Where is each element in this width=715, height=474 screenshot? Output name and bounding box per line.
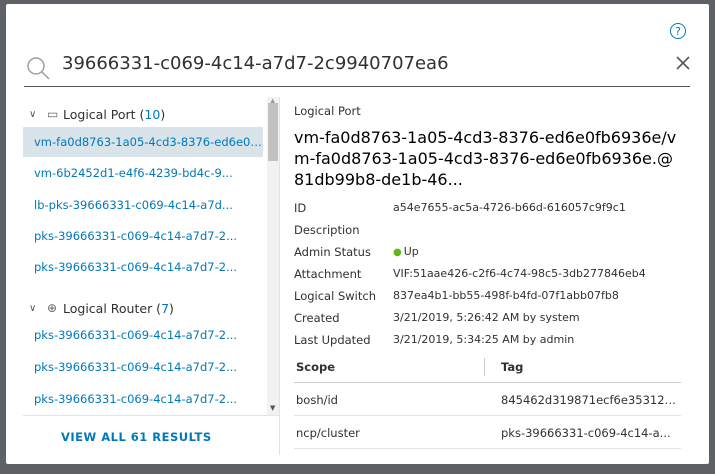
property-key: Description: [294, 223, 360, 237]
result-item[interactable]: pks-39666331-c069-4c14-a7d7-2...: [23, 320, 263, 350]
group-header-logical-port[interactable]: ∨ ▭ Logical Port (10): [23, 103, 263, 125]
port-icon: ▭: [47, 107, 59, 121]
property-value: VIF:51aae426-c2f6-4c74-98c5-3db277846eb4: [393, 267, 646, 280]
search-icon: [27, 57, 50, 80]
table-cell: ncp/cluster: [296, 426, 360, 440]
property-key: ID: [294, 201, 307, 215]
results-scrollbar[interactable]: ▲ ▼: [267, 97, 279, 415]
property-value: 3/21/2019, 5:26:42 AM by system: [393, 311, 580, 324]
property-row: Created 3/21/2019, 5:26:42 AM by system: [294, 308, 689, 328]
property-row: Admin Status ● Up: [294, 242, 689, 262]
property-value: a54e7655-ac5a-4726-b66d-616057c9f9c1: [393, 201, 626, 214]
table-row: bosh/id 845462d319871ecf6e353121...: [294, 383, 681, 416]
property-key: Last Updated: [294, 333, 371, 347]
property-key: Logical Switch: [294, 289, 376, 303]
scrollbar-thumb[interactable]: [268, 103, 278, 161]
group-count: 10: [144, 106, 161, 122]
chevron-down-icon[interactable]: ∨: [29, 109, 43, 120]
result-item[interactable]: pks-39666331-c069-4c14-a7d7-2...: [23, 352, 263, 382]
status-text: Up: [403, 245, 419, 258]
result-item[interactable]: lb-pks-39666331-c069-4c14-a7d...: [23, 190, 263, 220]
column-divider[interactable]: [484, 358, 485, 376]
property-row: Last Updated 3/21/2019, 5:34:25 AM by ad…: [294, 330, 689, 350]
table-cell: pks-39666331-c069-4c14-a...: [501, 426, 671, 440]
table-header: Scope Tag: [294, 354, 681, 383]
property-row: ID a54e7655-ac5a-4726-b66d-616057c9f9c1: [294, 198, 689, 218]
detail-type: Logical Port: [294, 104, 361, 118]
status-dot-icon: ●: [393, 247, 402, 258]
table-row: ncp/cluster pks-39666331-c069-4c14-a...: [294, 416, 681, 449]
property-key: Attachment: [294, 267, 362, 281]
group-label: Logical Router: [63, 300, 153, 316]
search-input[interactable]: [62, 46, 642, 80]
property-value: 837ea4b1-bb55-498f-b4fd-07f1abb07fb8: [393, 289, 619, 302]
detail-panel: Logical Port vm-fa0d8763-1a05-4cd3-8376-…: [294, 104, 694, 454]
chevron-down-icon[interactable]: ∨: [29, 303, 43, 314]
group-label: Logical Port: [63, 106, 136, 122]
result-item[interactable]: vm-6b2452d1-e4f6-4239-bd4c-9...: [23, 158, 263, 188]
search-bar: [24, 44, 690, 87]
result-item[interactable]: pks-39666331-c069-4c14-a7d7-2...: [23, 221, 263, 251]
table-cell: bosh/id: [296, 393, 338, 407]
result-item[interactable]: vm-fa0d8763-1a05-4cd3-8376-ed6e0fb6936e: [23, 127, 263, 157]
router-icon: ⊕: [47, 301, 58, 315]
property-value: 3/21/2019, 5:34:25 AM by admin: [393, 333, 575, 346]
view-all-results-link[interactable]: VIEW ALL 61 RESULTS: [61, 430, 212, 444]
scroll-down-arrow-icon[interactable]: ▼: [270, 404, 275, 412]
property-row: Logical Switch 837ea4b1-bb55-498f-b4fd-0…: [294, 286, 689, 306]
view-all-footer: VIEW ALL 61 RESULTS: [23, 415, 279, 456]
column-header-scope[interactable]: Scope: [296, 360, 335, 374]
detail-title: vm-fa0d8763-1a05-4cd3-8376-ed6e0fb6936e/…: [294, 128, 677, 189]
result-item[interactable]: pks-39666331-c069-4c14-a7d7-2...: [23, 384, 263, 414]
property-key: Admin Status: [294, 245, 371, 259]
property-key: Created: [294, 311, 340, 325]
help-icon[interactable]: ?: [670, 23, 686, 39]
results-list[interactable]: ∨ ▭ Logical Port (10) vm-fa0d8763-1a05-4…: [23, 97, 263, 415]
results-panel: ∨ ▭ Logical Port (10) vm-fa0d8763-1a05-4…: [23, 97, 280, 455]
table-cell: 845462d319871ecf6e353121...: [501, 393, 679, 407]
search-dialog: ? ∨ ▭ Logical Port (10) vm-fa0d8763-1a05…: [6, 4, 709, 464]
property-row: Attachment VIF:51aae426-c2f6-4c74-98c5-3…: [294, 264, 689, 284]
result-item[interactable]: pks-39666331-c069-4c14-a7d7-2...: [23, 252, 263, 282]
close-icon[interactable]: [674, 54, 692, 72]
group-count: 7: [161, 300, 170, 316]
group-header-logical-router[interactable]: ∨ ⊕ Logical Router (7): [23, 297, 263, 319]
property-row: Description: [294, 220, 689, 240]
column-header-tag[interactable]: Tag: [501, 360, 523, 374]
status-value: ● Up: [393, 242, 419, 263]
